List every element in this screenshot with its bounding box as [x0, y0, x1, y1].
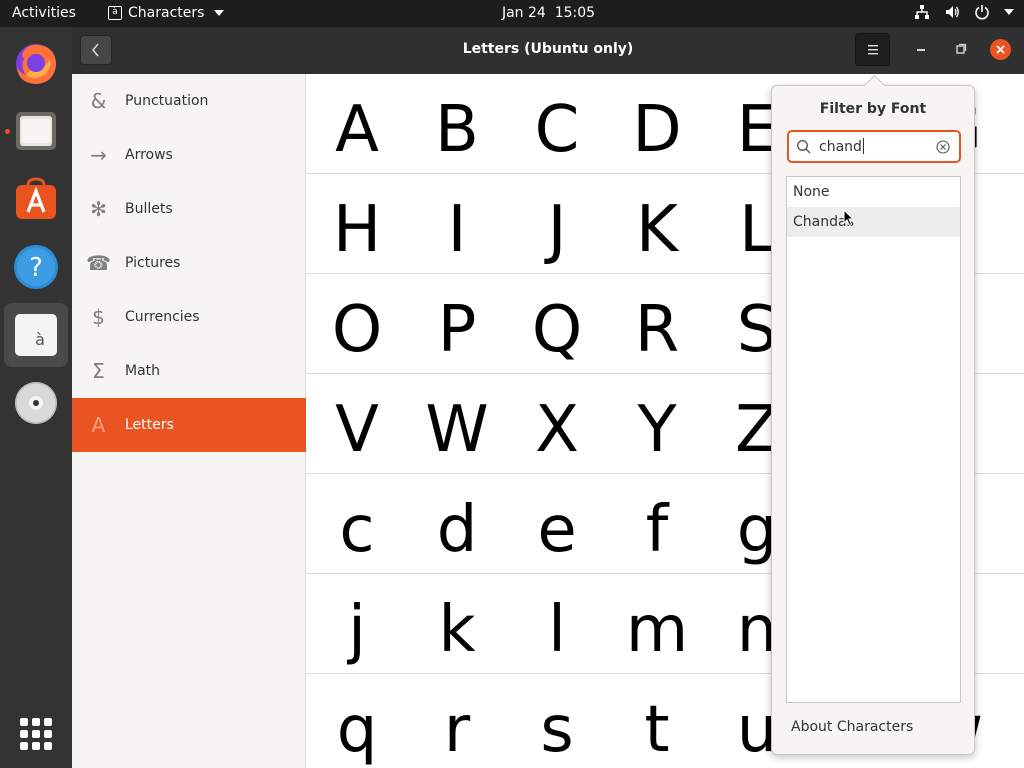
- firefox-icon: [16, 44, 56, 84]
- dock-help[interactable]: ?: [4, 235, 68, 299]
- system-tray[interactable]: [914, 4, 1014, 20]
- menu-button[interactable]: [855, 33, 890, 66]
- telephone-icon: ☎: [86, 251, 111, 275]
- software-icon: [16, 177, 56, 219]
- sidebar-item-label: Bullets: [125, 201, 173, 217]
- top-bar: Activities à Characters Jan 24 15:05: [0, 0, 1024, 27]
- characters-icon: à: [15, 314, 57, 356]
- dock: ? à: [0, 27, 72, 768]
- character-cell[interactable]: A: [307, 80, 407, 180]
- character-cell[interactable]: r: [407, 680, 507, 768]
- close-button[interactable]: [990, 39, 1011, 60]
- clock-time: 15:05: [554, 5, 596, 21]
- header-bar: Letters (Ubuntu only): [72, 27, 1024, 74]
- sidebar-item-letters[interactable]: A Letters: [72, 398, 306, 452]
- sidebar-item-math[interactable]: Σ Math: [72, 344, 306, 398]
- font-option-none[interactable]: None: [787, 177, 960, 207]
- character-cell[interactable]: q: [307, 680, 407, 768]
- sidebar: & Punctuation → Arrows ✻ Bullets ☎ Pictu…: [72, 74, 306, 768]
- font-search-value: chand: [819, 139, 862, 155]
- dock-files[interactable]: [4, 99, 68, 163]
- sigma-icon: Σ: [92, 359, 105, 383]
- bullet-icon: ✻: [90, 197, 107, 221]
- chevron-down-icon: [1004, 9, 1014, 15]
- show-applications-icon[interactable]: [20, 718, 52, 750]
- character-cell[interactable]: O: [307, 280, 407, 380]
- character-cell[interactable]: I: [407, 180, 507, 280]
- character-cell[interactable]: l: [507, 580, 607, 680]
- character-cell[interactable]: H: [307, 180, 407, 280]
- character-cell[interactable]: R: [607, 280, 707, 380]
- sidebar-item-label: Punctuation: [125, 93, 209, 109]
- character-cell[interactable]: D: [607, 80, 707, 180]
- sidebar-item-label: Letters: [125, 417, 174, 433]
- character-cell[interactable]: j: [307, 580, 407, 680]
- sidebar-item-currencies[interactable]: $ Currencies: [72, 290, 306, 344]
- close-icon: [996, 45, 1005, 54]
- sidebar-item-label: Currencies: [125, 309, 200, 325]
- letter-icon: A: [91, 413, 106, 437]
- sidebar-item-arrows[interactable]: → Arrows: [72, 128, 306, 182]
- popover-title: Filter by Font: [819, 101, 927, 117]
- help-icon: ?: [14, 245, 58, 289]
- text-cursor: [862, 138, 864, 154]
- svg-text:à: à: [35, 330, 45, 349]
- power-icon: [975, 5, 989, 20]
- punctuation-icon: &: [90, 89, 107, 113]
- font-list: None Chandas: [786, 176, 961, 703]
- clock[interactable]: Jan 24 15:05: [0, 5, 1024, 21]
- svg-text:?: ?: [29, 253, 43, 283]
- font-option-chandas[interactable]: Chandas: [787, 207, 960, 237]
- character-cell[interactable]: e: [507, 480, 607, 580]
- dock-software[interactable]: [4, 167, 68, 231]
- search-icon: [797, 140, 811, 154]
- disc-icon: [15, 382, 57, 424]
- minimize-button[interactable]: [917, 49, 925, 51]
- character-cell[interactable]: d: [407, 480, 507, 580]
- sidebar-item-label: Arrows: [125, 147, 173, 163]
- character-cell[interactable]: t: [607, 680, 707, 768]
- sidebar-item-label: Math: [125, 363, 161, 379]
- hamburger-icon: [868, 45, 878, 55]
- sidebar-item-bullets[interactable]: ✻ Bullets: [72, 182, 306, 236]
- font-search-input[interactable]: chand: [787, 130, 961, 163]
- character-cell[interactable]: P: [407, 280, 507, 380]
- mouse-pointer-icon: [843, 209, 855, 227]
- restore-button[interactable]: [952, 41, 968, 57]
- filter-by-font-popover: Filter by Font chand None Chandas About …: [771, 74, 975, 755]
- volume-icon: [946, 6, 959, 18]
- character-cell[interactable]: K: [607, 180, 707, 280]
- character-cell[interactable]: B: [407, 80, 507, 180]
- clear-icon[interactable]: [935, 139, 951, 155]
- arrow-icon: →: [90, 143, 107, 167]
- clock-date: Jan 24: [501, 5, 546, 21]
- dock-disc[interactable]: [4, 371, 68, 435]
- dock-firefox[interactable]: [4, 31, 68, 95]
- character-cell[interactable]: C: [507, 80, 607, 180]
- character-cell[interactable]: Y: [607, 380, 707, 480]
- character-cell[interactable]: Q: [507, 280, 607, 380]
- dock-characters[interactable]: à: [4, 303, 68, 367]
- files-icon: [16, 112, 56, 150]
- character-cell[interactable]: c: [307, 480, 407, 580]
- character-cell[interactable]: X: [507, 380, 607, 480]
- character-cell[interactable]: s: [507, 680, 607, 768]
- dollar-icon: $: [92, 305, 105, 329]
- character-cell[interactable]: J: [507, 180, 607, 280]
- character-cell[interactable]: k: [407, 580, 507, 680]
- sidebar-item-punctuation[interactable]: & Punctuation: [72, 74, 306, 128]
- network-icon: [915, 5, 929, 19]
- character-cell[interactable]: W: [407, 380, 507, 480]
- character-cell[interactable]: f: [607, 480, 707, 580]
- character-cell[interactable]: m: [607, 580, 707, 680]
- sidebar-item-pictures[interactable]: ☎ Pictures: [72, 236, 306, 290]
- sidebar-item-label: Pictures: [125, 255, 181, 271]
- character-cell[interactable]: V: [307, 380, 407, 480]
- about-characters-link[interactable]: About Characters: [791, 719, 913, 735]
